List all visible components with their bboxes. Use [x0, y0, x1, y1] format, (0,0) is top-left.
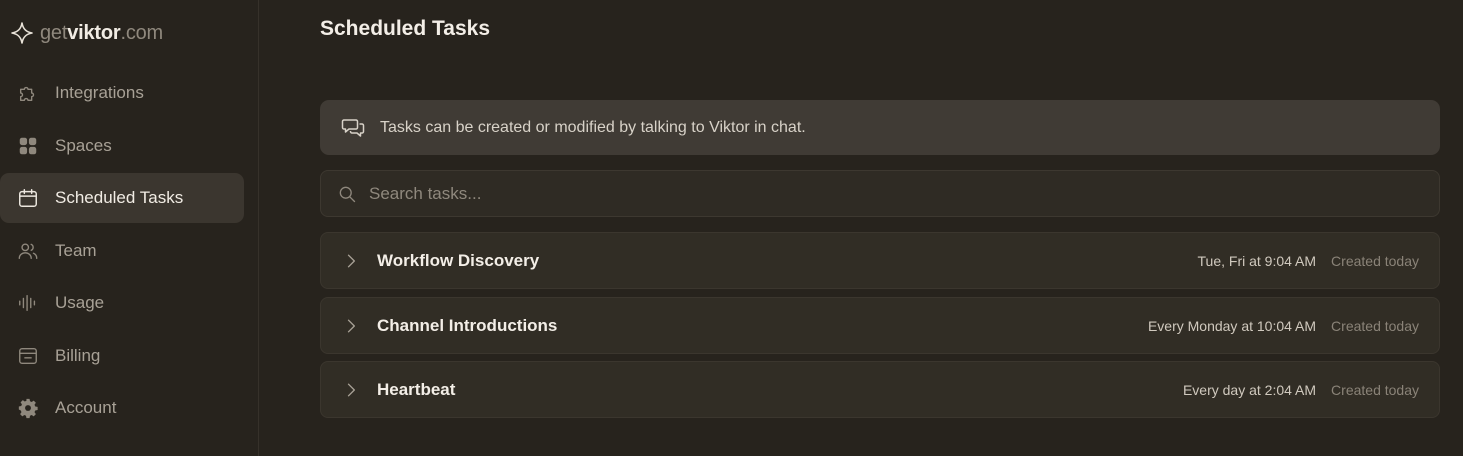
users-icon — [16, 239, 40, 263]
task-created: Created today — [1331, 317, 1419, 334]
puzzle-icon — [16, 81, 40, 105]
wallet-icon — [16, 344, 40, 368]
sidebar-item-account[interactable]: Account — [0, 383, 244, 433]
calendar-icon — [16, 186, 40, 210]
task-name: Channel Introductions — [377, 315, 558, 335]
sidebar-item-usage[interactable]: Usage — [0, 278, 244, 328]
task-schedule: Every Monday at 10:04 AM — [1147, 317, 1317, 334]
info-banner-text: Tasks can be created or modified by talk… — [380, 118, 806, 136]
task-name: Workflow Discovery — [377, 250, 540, 270]
search-input[interactable] — [367, 182, 1439, 205]
info-banner: Tasks can be created or modified by talk… — [320, 100, 1440, 155]
task-row[interactable]: Channel Introductions Every Monday at 10… — [320, 297, 1440, 354]
sidebar-item-label: Team — [55, 241, 97, 260]
page-title: Scheduled Tasks — [320, 17, 491, 40]
chevron-right-icon[interactable] — [341, 251, 361, 271]
sidebar-item-label: Integrations — [55, 83, 144, 102]
sidebar-item-label: Spaces — [55, 136, 112, 155]
sidebar-item-label: Billing — [55, 346, 101, 365]
task-row[interactable]: Workflow Discovery Tue, Fri at 9:04 AM C… — [320, 232, 1440, 289]
grid-icon — [16, 134, 40, 158]
search-bar[interactable] — [320, 170, 1440, 217]
sidebar: getviktor.com Integrations Spaces Schedu… — [0, 0, 259, 456]
logo-text: getviktor.com — [40, 21, 164, 44]
sidebar-item-label: Account — [55, 398, 117, 417]
sidebar-item-billing[interactable]: Billing — [0, 331, 244, 381]
gear-icon — [16, 396, 40, 420]
task-schedule: Tue, Fri at 9:04 AM — [1197, 252, 1317, 269]
sidebar-item-scheduled-tasks[interactable]: Scheduled Tasks — [0, 173, 244, 223]
task-name: Heartbeat — [377, 379, 456, 399]
chevron-right-icon[interactable] — [341, 380, 361, 400]
sidebar-item-spaces[interactable]: Spaces — [0, 121, 244, 171]
sidebar-item-integrations[interactable]: Integrations — [0, 68, 244, 118]
chat-bubbles-icon — [341, 116, 365, 140]
logo[interactable]: getviktor.com — [10, 20, 163, 46]
task-created: Created today — [1331, 381, 1419, 398]
sidebar-item-label: Scheduled Tasks — [55, 188, 184, 207]
waveform-icon — [16, 291, 40, 315]
task-schedule: Every day at 2:04 AM — [1182, 381, 1317, 398]
logo-mark-icon — [10, 21, 34, 45]
sidebar-item-label: Usage — [55, 293, 105, 312]
search-icon — [337, 184, 357, 204]
task-created: Created today — [1331, 252, 1419, 269]
sidebar-item-team[interactable]: Team — [0, 226, 244, 276]
chevron-right-icon[interactable] — [341, 316, 361, 336]
task-row[interactable]: Heartbeat Every day at 2:04 AM Created t… — [320, 361, 1440, 418]
